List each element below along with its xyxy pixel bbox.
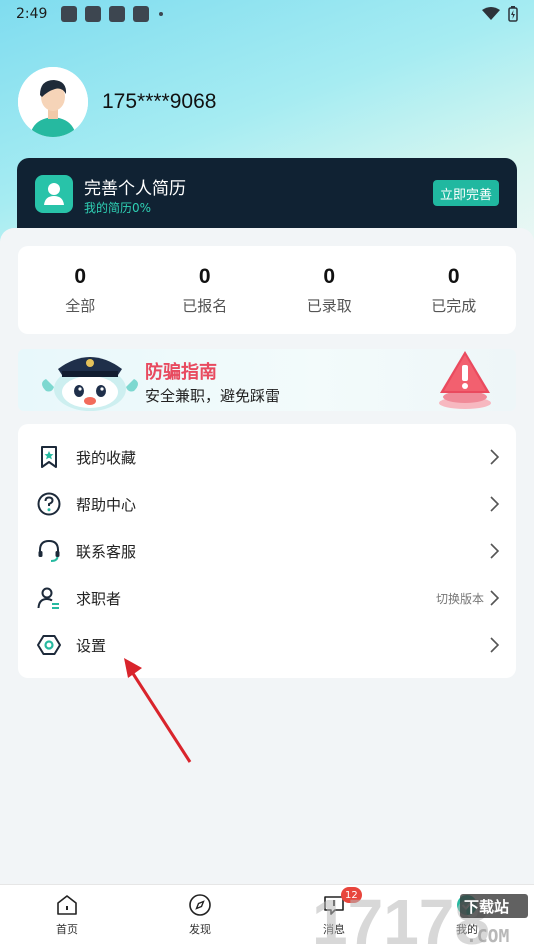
- watermark-site: 下载站: [464, 898, 509, 916]
- tab-home[interactable]: 首页: [22, 885, 112, 950]
- watermark-domain: .COM: [466, 926, 510, 947]
- watermark-logo: 17178 下载站 .COM: [312, 886, 528, 950]
- tab-label: 首页: [56, 923, 78, 936]
- site-watermark: 17178 下载站 .COM: [310, 886, 530, 950]
- tab-discover[interactable]: 发现: [155, 885, 245, 950]
- home-icon: [57, 895, 77, 915]
- compass-icon: [189, 894, 211, 916]
- tab-label: 发现: [189, 923, 211, 936]
- annotation-arrow: [124, 658, 192, 763]
